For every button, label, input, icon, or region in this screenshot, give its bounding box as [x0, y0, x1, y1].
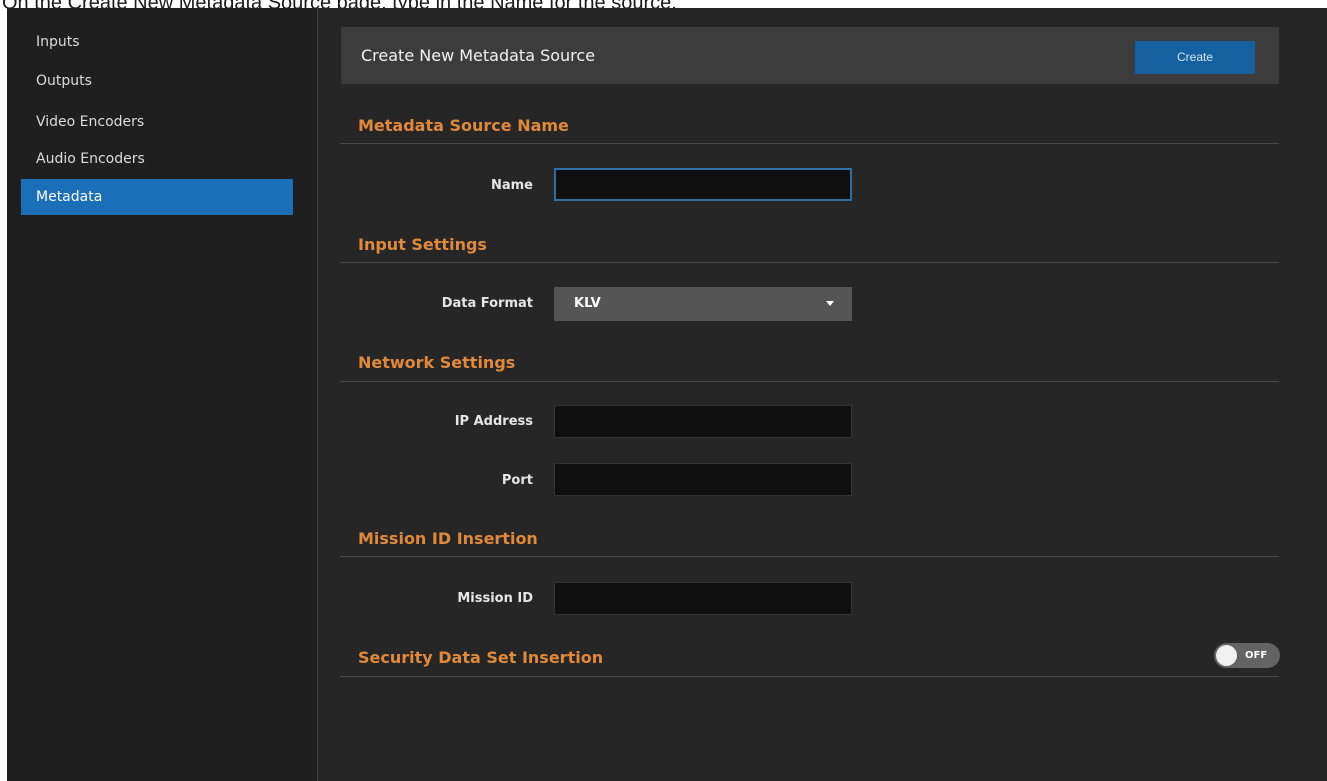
page-title: Create New Metadata Source	[361, 46, 596, 65]
name-label: Name	[490, 178, 533, 193]
section-divider	[340, 262, 1279, 263]
section-title-network-settings: Network Settings	[358, 353, 516, 372]
sidebar: Inputs Outputs Video Encoders Audio Enco…	[7, 8, 317, 781]
data-format-label: Data Format	[441, 296, 533, 311]
section-title-mission-id: Mission ID Insertion	[358, 529, 538, 548]
section-title-security: Security Data Set Insertion	[358, 648, 604, 667]
sidebar-item-video-encoders[interactable]: Video Encoders	[21, 104, 293, 140]
toggle-state-label: OFF	[1245, 650, 1268, 661]
sidebar-item-inputs[interactable]: Inputs	[21, 24, 293, 60]
section-title-source-name: Metadata Source Name	[358, 116, 569, 135]
sidebar-item-audio-encoders[interactable]: Audio Encoders	[21, 141, 293, 177]
page-header: Create New Metadata Source Create	[341, 27, 1279, 84]
sidebar-item-outputs[interactable]: Outputs	[21, 63, 293, 99]
data-format-select[interactable]: KLV	[554, 287, 852, 321]
name-input[interactable]	[554, 168, 852, 201]
security-toggle[interactable]: OFF	[1214, 643, 1280, 668]
section-divider	[340, 381, 1279, 382]
port-label: Port	[501, 473, 533, 488]
section-divider	[340, 556, 1279, 557]
app-window: Inputs Outputs Video Encoders Audio Enco…	[7, 8, 1327, 781]
mission-id-input[interactable]	[554, 582, 852, 615]
caret-down-icon	[826, 301, 834, 306]
ip-address-input[interactable]	[554, 405, 852, 438]
section-title-input-settings: Input Settings	[358, 235, 487, 254]
sidebar-item-metadata[interactable]: Metadata	[21, 179, 293, 215]
toggle-knob	[1216, 645, 1237, 666]
port-input[interactable]	[554, 463, 852, 496]
section-divider	[340, 143, 1279, 144]
mission-id-label: Mission ID	[457, 591, 533, 606]
section-divider	[340, 676, 1279, 677]
data-format-value: KLV	[574, 296, 601, 311]
create-button[interactable]: Create	[1135, 41, 1255, 74]
main-content: Create New Metadata Source Create Metada…	[318, 8, 1327, 781]
ip-address-label: IP Address	[454, 414, 533, 429]
